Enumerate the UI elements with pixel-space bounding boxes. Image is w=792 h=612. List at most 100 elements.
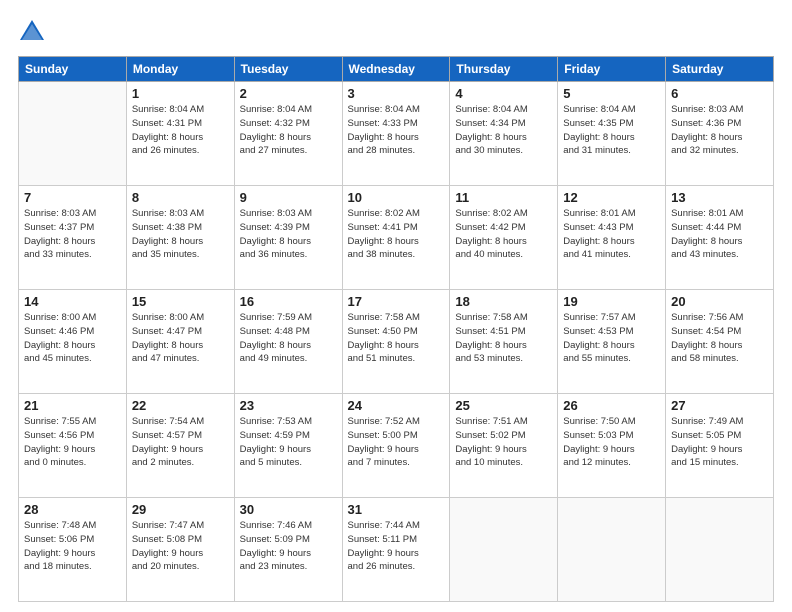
weekday-header-sunday: Sunday [19, 57, 127, 82]
day-number: 16 [240, 294, 337, 309]
header [18, 18, 774, 46]
logo [18, 18, 50, 46]
day-info: Sunrise: 7:57 AM Sunset: 4:53 PM Dayligh… [563, 311, 660, 366]
day-cell: 12 Sunrise: 8:01 AM Sunset: 4:43 PM Dayli… [558, 186, 666, 290]
logo-icon [18, 18, 46, 46]
day-info: Sunrise: 8:04 AM Sunset: 4:32 PM Dayligh… [240, 103, 337, 158]
day-info: Sunrise: 8:00 AM Sunset: 4:47 PM Dayligh… [132, 311, 229, 366]
day-number: 23 [240, 398, 337, 413]
day-number: 4 [455, 86, 552, 101]
day-cell: 28 Sunrise: 7:48 AM Sunset: 5:06 PM Dayli… [19, 498, 127, 602]
day-info: Sunrise: 7:56 AM Sunset: 4:54 PM Dayligh… [671, 311, 768, 366]
day-number: 13 [671, 190, 768, 205]
day-cell: 14 Sunrise: 8:00 AM Sunset: 4:46 PM Dayli… [19, 290, 127, 394]
week-row-1: 1 Sunrise: 8:04 AM Sunset: 4:31 PM Daylig… [19, 82, 774, 186]
day-info: Sunrise: 7:46 AM Sunset: 5:09 PM Dayligh… [240, 519, 337, 574]
day-info: Sunrise: 7:53 AM Sunset: 4:59 PM Dayligh… [240, 415, 337, 470]
day-info: Sunrise: 7:54 AM Sunset: 4:57 PM Dayligh… [132, 415, 229, 470]
day-info: Sunrise: 7:51 AM Sunset: 5:02 PM Dayligh… [455, 415, 552, 470]
day-info: Sunrise: 8:04 AM Sunset: 4:31 PM Dayligh… [132, 103, 229, 158]
day-info: Sunrise: 7:50 AM Sunset: 5:03 PM Dayligh… [563, 415, 660, 470]
page: SundayMondayTuesdayWednesdayThursdayFrid… [0, 0, 792, 612]
day-cell: 5 Sunrise: 8:04 AM Sunset: 4:35 PM Daylig… [558, 82, 666, 186]
day-cell [19, 82, 127, 186]
day-info: Sunrise: 7:44 AM Sunset: 5:11 PM Dayligh… [348, 519, 445, 574]
day-number: 10 [348, 190, 445, 205]
weekday-header-row: SundayMondayTuesdayWednesdayThursdayFrid… [19, 57, 774, 82]
day-number: 31 [348, 502, 445, 517]
day-cell: 29Sunrise: 7:47 AM Sunset: 5:08 PM Dayli… [126, 498, 234, 602]
day-number: 28 [24, 502, 121, 517]
day-cell: 7Sunrise: 8:03 AM Sunset: 4:37 PM Daylig… [19, 186, 127, 290]
day-info: Sunrise: 8:03 AM Sunset: 4:36 PM Dayligh… [671, 103, 768, 158]
day-info: Sunrise: 7:58 AM Sunset: 4:50 PM Dayligh… [348, 311, 445, 366]
day-cell: 13 Sunrise: 8:01 AM Sunset: 4:44 PM Dayli… [666, 186, 774, 290]
day-number: 27 [671, 398, 768, 413]
day-cell: 16 Sunrise: 7:59 AM Sunset: 4:48 PM Dayli… [234, 290, 342, 394]
week-row-4: 21 Sunrise: 7:55 AM Sunset: 4:56 PM Dayli… [19, 394, 774, 498]
week-row-5: 28 Sunrise: 7:48 AM Sunset: 5:06 PM Dayli… [19, 498, 774, 602]
day-cell: 27 Sunrise: 7:49 AM Sunset: 5:05 PM Dayli… [666, 394, 774, 498]
day-cell [450, 498, 558, 602]
day-cell [558, 498, 666, 602]
day-cell: 20 Sunrise: 7:56 AM Sunset: 4:54 PM Dayli… [666, 290, 774, 394]
day-number: 3 [348, 86, 445, 101]
day-info: Sunrise: 7:55 AM Sunset: 4:56 PM Dayligh… [24, 415, 121, 470]
day-info: Sunrise: 8:03 AM Sunset: 4:38 PM Dayligh… [132, 207, 229, 262]
day-number: 1 [132, 86, 229, 101]
day-cell: 23 Sunrise: 7:53 AM Sunset: 4:59 PM Dayli… [234, 394, 342, 498]
week-row-2: 7Sunrise: 8:03 AM Sunset: 4:37 PM Daylig… [19, 186, 774, 290]
weekday-header-saturday: Saturday [666, 57, 774, 82]
day-number: 21 [24, 398, 121, 413]
day-info: Sunrise: 8:04 AM Sunset: 4:35 PM Dayligh… [563, 103, 660, 158]
day-cell: 31 Sunrise: 7:44 AM Sunset: 5:11 PM Dayli… [342, 498, 450, 602]
day-cell: 15 Sunrise: 8:00 AM Sunset: 4:47 PM Dayli… [126, 290, 234, 394]
day-cell: 8 Sunrise: 8:03 AM Sunset: 4:38 PM Daylig… [126, 186, 234, 290]
day-number: 22 [132, 398, 229, 413]
day-info: Sunrise: 7:58 AM Sunset: 4:51 PM Dayligh… [455, 311, 552, 366]
day-cell: 19 Sunrise: 7:57 AM Sunset: 4:53 PM Dayli… [558, 290, 666, 394]
day-number: 15 [132, 294, 229, 309]
day-number: 19 [563, 294, 660, 309]
day-info: Sunrise: 7:59 AM Sunset: 4:48 PM Dayligh… [240, 311, 337, 366]
weekday-header-tuesday: Tuesday [234, 57, 342, 82]
day-number: 5 [563, 86, 660, 101]
day-cell: 3Sunrise: 8:04 AM Sunset: 4:33 PM Daylig… [342, 82, 450, 186]
day-number: 11 [455, 190, 552, 205]
day-info: Sunrise: 7:47 AM Sunset: 5:08 PM Dayligh… [132, 519, 229, 574]
day-info: Sunrise: 8:00 AM Sunset: 4:46 PM Dayligh… [24, 311, 121, 366]
day-number: 12 [563, 190, 660, 205]
day-cell: 25Sunrise: 7:51 AM Sunset: 5:02 PM Dayli… [450, 394, 558, 498]
day-number: 17 [348, 294, 445, 309]
day-info: Sunrise: 8:01 AM Sunset: 4:44 PM Dayligh… [671, 207, 768, 262]
day-cell: 9Sunrise: 8:03 AM Sunset: 4:39 PM Daylig… [234, 186, 342, 290]
weekday-header-friday: Friday [558, 57, 666, 82]
day-cell: 21 Sunrise: 7:55 AM Sunset: 4:56 PM Dayli… [19, 394, 127, 498]
day-number: 6 [671, 86, 768, 101]
day-info: Sunrise: 8:01 AM Sunset: 4:43 PM Dayligh… [563, 207, 660, 262]
day-cell [666, 498, 774, 602]
weekday-header-thursday: Thursday [450, 57, 558, 82]
day-number: 2 [240, 86, 337, 101]
day-number: 18 [455, 294, 552, 309]
day-cell: 10Sunrise: 8:02 AM Sunset: 4:41 PM Dayli… [342, 186, 450, 290]
day-info: Sunrise: 7:49 AM Sunset: 5:05 PM Dayligh… [671, 415, 768, 470]
day-info: Sunrise: 7:48 AM Sunset: 5:06 PM Dayligh… [24, 519, 121, 574]
day-info: Sunrise: 8:04 AM Sunset: 4:34 PM Dayligh… [455, 103, 552, 158]
day-cell: 22 Sunrise: 7:54 AM Sunset: 4:57 PM Dayli… [126, 394, 234, 498]
day-number: 9 [240, 190, 337, 205]
day-number: 26 [563, 398, 660, 413]
day-cell: 17 Sunrise: 7:58 AM Sunset: 4:50 PM Dayli… [342, 290, 450, 394]
day-cell: 1 Sunrise: 8:04 AM Sunset: 4:31 PM Daylig… [126, 82, 234, 186]
weekday-header-monday: Monday [126, 57, 234, 82]
day-number: 8 [132, 190, 229, 205]
day-cell: 24Sunrise: 7:52 AM Sunset: 5:00 PM Dayli… [342, 394, 450, 498]
weekday-header-wednesday: Wednesday [342, 57, 450, 82]
day-number: 24 [348, 398, 445, 413]
day-cell: 2 Sunrise: 8:04 AM Sunset: 4:32 PM Daylig… [234, 82, 342, 186]
day-cell: 26 Sunrise: 7:50 AM Sunset: 5:03 PM Dayli… [558, 394, 666, 498]
day-cell: 4 Sunrise: 8:04 AM Sunset: 4:34 PM Daylig… [450, 82, 558, 186]
week-row-3: 14 Sunrise: 8:00 AM Sunset: 4:46 PM Dayli… [19, 290, 774, 394]
day-number: 14 [24, 294, 121, 309]
day-number: 20 [671, 294, 768, 309]
